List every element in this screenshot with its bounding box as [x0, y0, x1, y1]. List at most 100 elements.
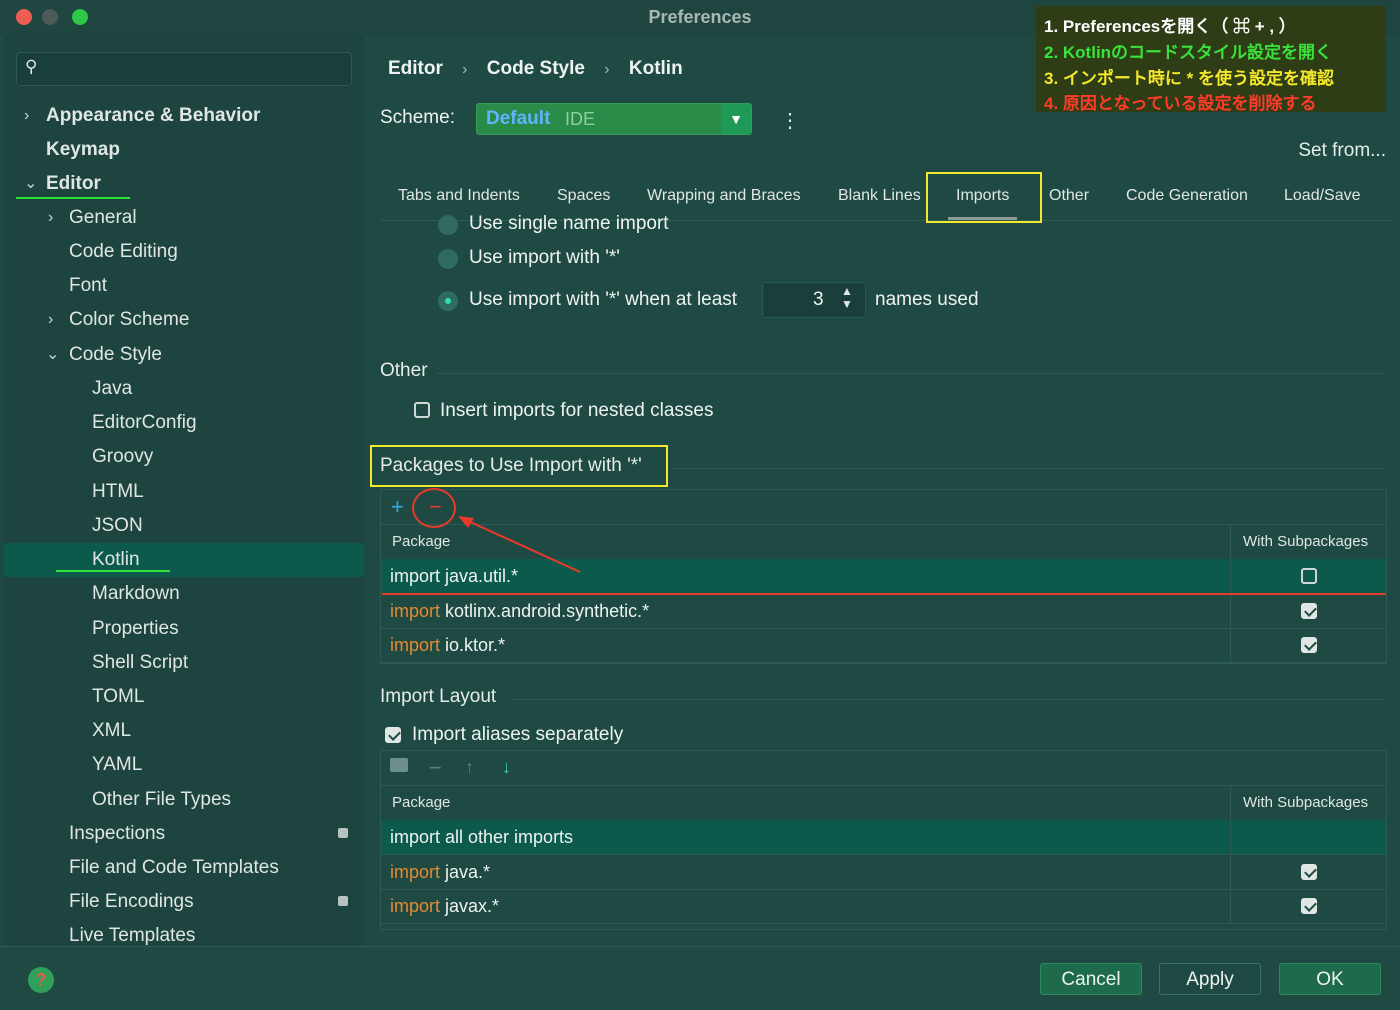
- sidebar-item-editorconfig[interactable]: EditorConfig: [4, 406, 364, 440]
- project-level-icon: [338, 896, 348, 906]
- sidebar-item-xml[interactable]: XML: [4, 714, 364, 748]
- tab-other[interactable]: Other: [1049, 184, 1089, 222]
- chevron-down-icon: ⌄: [46, 346, 60, 363]
- add-icon[interactable]: +: [391, 494, 404, 520]
- sidebar-item-inspections[interactable]: Inspections: [4, 817, 364, 851]
- scheme-label: Scheme:: [380, 107, 455, 128]
- project-level-icon: [338, 828, 348, 838]
- kotlin-green-underline: [56, 570, 170, 572]
- checkbox-checked: [385, 727, 401, 743]
- note-step-3: 3. インポート時に * を使う設定を確認: [1044, 69, 1334, 88]
- sidebar-item-appearance[interactable]: › Appearance & Behavior: [4, 99, 364, 133]
- sidebar-item-editor[interactable]: ⌄ Editor: [4, 167, 364, 201]
- table-row[interactable]: import kotlinx.android.synthetic.*: [381, 594, 1386, 629]
- divider: [436, 373, 1386, 374]
- sidebar-item-json[interactable]: JSON: [4, 509, 364, 543]
- divider: [514, 699, 1386, 700]
- table-row[interactable]: import javax.*: [381, 889, 1386, 924]
- radio-button: [438, 215, 458, 235]
- breadcrumb: Editor › Code Style › Kotlin: [388, 58, 697, 80]
- chevron-down-icon: ▼: [721, 104, 751, 134]
- help-icon[interactable]: ?: [28, 967, 54, 993]
- import-layout-title: Import Layout: [380, 686, 497, 707]
- scheme-suffix: IDE: [565, 109, 596, 129]
- more-options-icon[interactable]: ⋮: [780, 108, 800, 133]
- sidebar-item-groovy[interactable]: Groovy: [4, 440, 364, 474]
- radio-button: [438, 249, 458, 269]
- sidebar-item-properties[interactable]: Properties: [4, 612, 364, 646]
- sidebar-item-toml[interactable]: TOML: [4, 680, 364, 714]
- sidebar-item-code-style[interactable]: ⌄ Code Style: [4, 338, 364, 372]
- apply-button[interactable]: Apply: [1159, 963, 1261, 995]
- with-subpackages-checkbox[interactable]: [1301, 568, 1317, 584]
- dialog-footer: ? Cancel Apply OK: [0, 946, 1400, 1010]
- scheme-value: Default: [486, 108, 551, 129]
- with-subpackages-checkbox[interactable]: [1301, 898, 1317, 914]
- radio-button-selected: [438, 291, 458, 311]
- note-step-1: 1. Preferencesを開く（ ⌘ + , ）: [1044, 17, 1296, 36]
- move-up-icon[interactable]: ↑: [465, 757, 474, 778]
- note-step-4: 4. 原因となっている設定を削除する: [1044, 94, 1317, 113]
- sidebar-item-markdown[interactable]: Markdown: [4, 577, 364, 611]
- chevron-down-icon: ⌄: [24, 175, 38, 192]
- search-input[interactable]: ⚲: [16, 52, 352, 86]
- breadcrumb-separator: ›: [604, 61, 610, 78]
- note-step-2: 2. Kotlinのコードスタイル設定を開く: [1044, 43, 1333, 62]
- chevron-right-icon: ›: [48, 311, 54, 328]
- table-row[interactable]: import io.ktor.*: [381, 628, 1386, 663]
- sidebar-item-color-scheme[interactable]: › Color Scheme: [4, 303, 364, 337]
- table-row[interactable]: import java.*: [381, 855, 1386, 890]
- insert-nested-classes-option[interactable]: Insert imports for nested classes: [414, 400, 774, 424]
- sidebar-item-html[interactable]: HTML: [4, 475, 364, 509]
- remove-button-highlight: [412, 488, 456, 528]
- sidebar-item-general[interactable]: › General: [4, 201, 364, 235]
- tab-wrapping-and-braces[interactable]: Wrapping and Braces: [647, 184, 801, 222]
- breadcrumb-editor[interactable]: Editor: [388, 58, 443, 79]
- with-subpackages-checkbox[interactable]: [1301, 864, 1317, 880]
- layout-toolbar: − ↑ ↓: [381, 751, 1386, 786]
- tab-blank-lines[interactable]: Blank Lines: [838, 184, 921, 222]
- names-count-stepper[interactable]: 3 ▲ ▼: [762, 282, 866, 318]
- sidebar-item-live-templates[interactable]: Live Templates: [4, 919, 364, 946]
- tab-code-generation[interactable]: Code Generation: [1126, 184, 1248, 222]
- settings-content: Editor › Code Style › Kotlin Scheme: Def…: [364, 36, 1400, 946]
- tab-load-save[interactable]: Load/Save: [1284, 184, 1361, 222]
- scheme-select[interactable]: Default IDE ▼: [476, 103, 752, 135]
- add-package-icon[interactable]: [390, 758, 408, 772]
- breadcrumb-separator: ›: [462, 61, 468, 78]
- sidebar-item-code-editing[interactable]: Code Editing: [4, 235, 364, 269]
- sidebar-item-other-file-types[interactable]: Other File Types: [4, 783, 364, 817]
- chevron-right-icon: ›: [48, 209, 54, 226]
- names-count-value: 3: [813, 289, 824, 310]
- sidebar-item-kotlin[interactable]: Kotlin: [4, 543, 364, 577]
- sidebar-item-yaml[interactable]: YAML: [4, 748, 364, 782]
- stepper-arrows-icon[interactable]: ▲ ▼: [841, 285, 853, 311]
- import-layout-table: − ↑ ↓ Package With Subpackages import al…: [380, 750, 1387, 930]
- move-down-icon[interactable]: ↓: [502, 757, 511, 778]
- sidebar-item-shell-script[interactable]: Shell Script: [4, 646, 364, 680]
- names-used-label: names used: [875, 289, 979, 310]
- sidebar-item-file-templates[interactable]: File and Code Templates: [4, 851, 364, 885]
- set-from-link[interactable]: Set from...: [1298, 140, 1386, 162]
- sidebar-item-file-encodings[interactable]: File Encodings: [4, 885, 364, 919]
- breadcrumb-kotlin: Kotlin: [628, 58, 683, 79]
- checkbox: [414, 402, 430, 418]
- import-aliases-option[interactable]: Import aliases separately: [385, 724, 685, 748]
- breadcrumb-code-style[interactable]: Code Style: [487, 58, 585, 79]
- sidebar-item-java[interactable]: Java: [4, 372, 364, 406]
- remove-icon[interactable]: −: [429, 755, 442, 781]
- red-delete-line: [382, 593, 1386, 595]
- other-section-title: Other: [380, 360, 428, 381]
- table-row[interactable]: import all other imports: [381, 820, 1386, 855]
- sidebar-item-font[interactable]: Font: [4, 269, 364, 303]
- cancel-button[interactable]: Cancel: [1040, 963, 1142, 995]
- ok-button[interactable]: OK: [1279, 963, 1381, 995]
- editor-green-underline: [16, 197, 130, 199]
- with-subpackages-checkbox[interactable]: [1301, 603, 1317, 619]
- search-icon: ⚲: [25, 57, 38, 76]
- with-subpackages-checkbox[interactable]: [1301, 637, 1317, 653]
- sidebar-item-keymap[interactable]: Keymap: [4, 133, 364, 167]
- preferences-window: Preferences ⚲ › Appearance & Behavior Ke…: [0, 0, 1400, 1010]
- packages-title-highlight: [370, 445, 668, 487]
- settings-sidebar: ⚲ › Appearance & Behavior Keymap ⌄ Edito…: [4, 36, 364, 946]
